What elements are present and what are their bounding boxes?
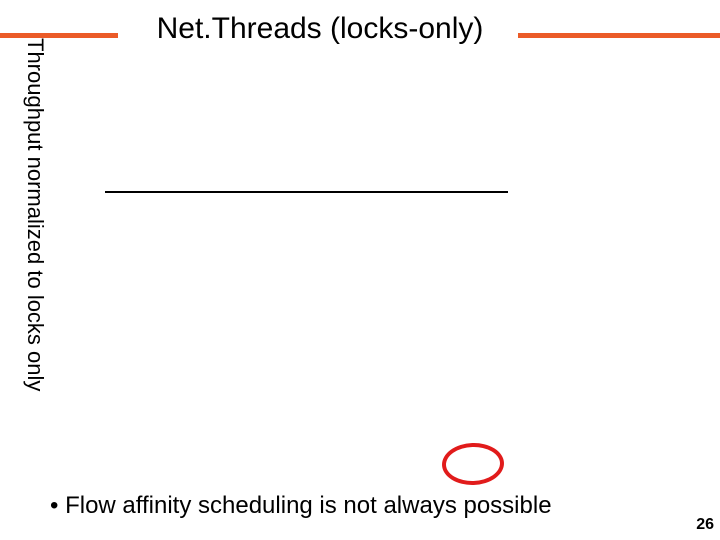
bullet-text: • Flow affinity scheduling is not always…: [50, 492, 552, 520]
slide-title: Net.Threads (locks-only): [130, 12, 510, 46]
chart-y-axis-label: Throughput normalized to locks only: [22, 38, 48, 391]
annotation-ellipse: [441, 442, 504, 486]
header-rule-left: [0, 33, 118, 38]
header-rule-right: [518, 33, 720, 38]
chart-reference-line: [105, 191, 508, 193]
page-number: 26: [696, 516, 714, 534]
